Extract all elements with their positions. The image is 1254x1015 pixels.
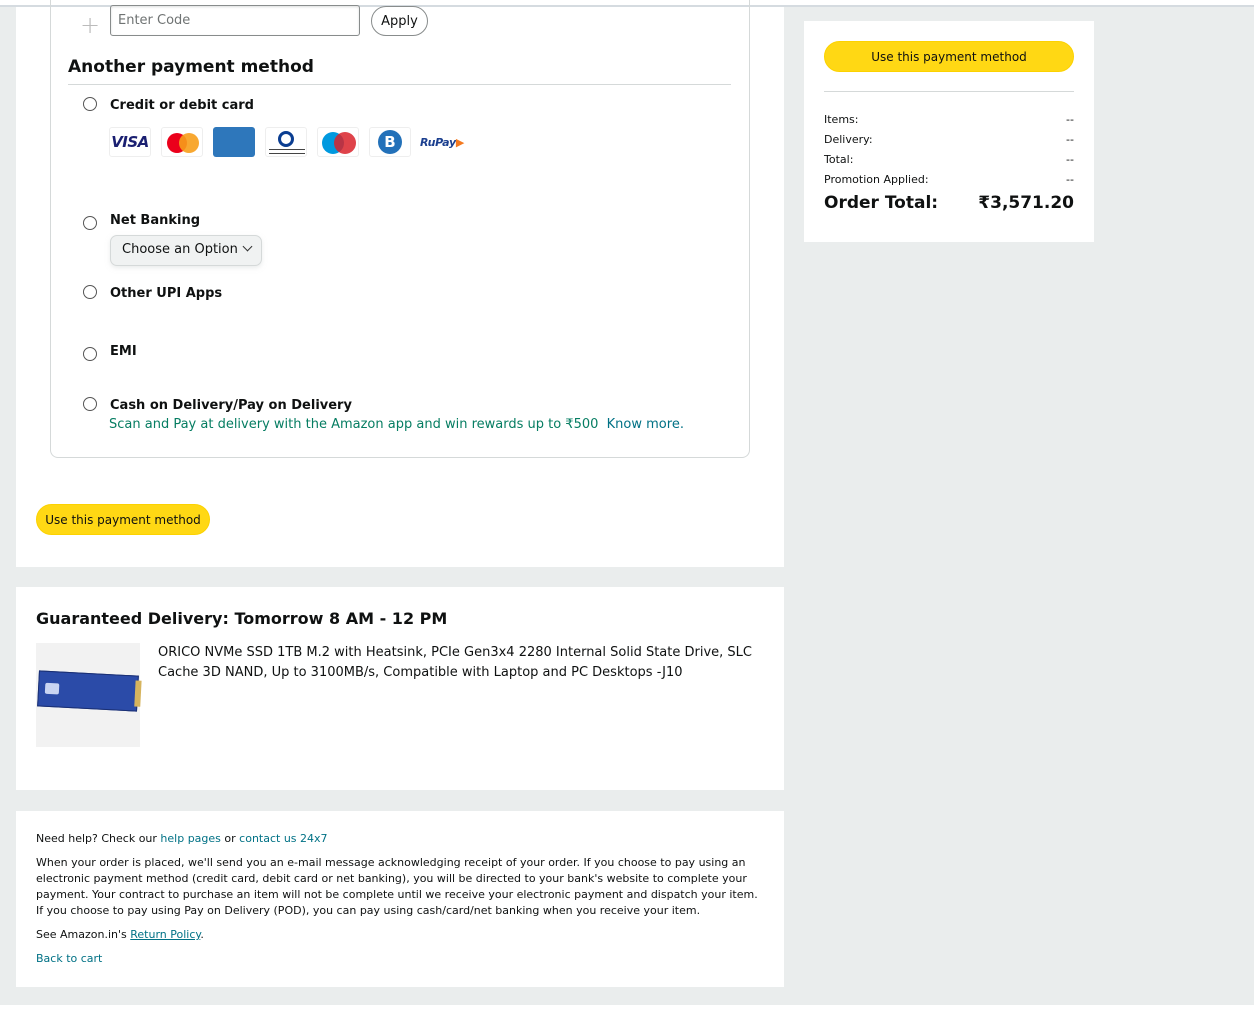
return-policy-line: See Amazon.in's Return Policy. (36, 927, 761, 943)
back-to-cart-link[interactable]: Back to cart (36, 952, 102, 965)
plus-icon: + (80, 11, 101, 39)
summary-row-total: Total: -- (824, 153, 1074, 166)
radio-credit-debit-card[interactable] (83, 97, 97, 111)
option-label-cash-on-delivery: Cash on Delivery/Pay on Delivery (110, 398, 352, 413)
summary-row-items: Items: -- (824, 113, 1074, 126)
know-more-link[interactable]: Know more. (607, 417, 684, 432)
delivery-title: Guaranteed Delivery: Tomorrow 8 AM - 12 … (36, 609, 448, 628)
help-footer: Need help? Check our help pages or conta… (16, 811, 784, 987)
radio-other-upi-apps[interactable] (83, 285, 97, 299)
radio-cash-on-delivery[interactable] (83, 397, 97, 411)
summary-use-payment-method-button[interactable]: Use this payment method (824, 41, 1074, 72)
help-mid: or (224, 832, 236, 845)
order-total-label: Order Total: (824, 193, 939, 213)
diners-club-icon (265, 127, 307, 157)
cod-promo-note: Scan and Pay at delivery with the Amazon… (109, 417, 684, 432)
rupay-icon: RuPay ▶ (420, 127, 464, 157)
summary-row-delivery: Delivery: -- (824, 133, 1074, 146)
payment-section: + Apply Another payment method Credit or… (16, 0, 784, 567)
help-line: Need help? Check our help pages or conta… (36, 831, 761, 847)
use-payment-method-button[interactable]: Use this payment method (36, 504, 210, 535)
radio-emi[interactable] (83, 347, 97, 361)
contact-us-link[interactable]: contact us 24x7 (239, 832, 327, 845)
option-label-net-banking: Net Banking (110, 213, 201, 228)
product-title: ORICO NVMe SSD 1TB M.2 with Heatsink, PC… (158, 645, 752, 680)
option-label-other-upi-apps: Other UPI Apps (110, 286, 223, 301)
bharat-pay-icon: B (369, 127, 411, 157)
return-suffix: . (200, 928, 204, 941)
return-policy-link[interactable]: Return Policy (130, 928, 200, 941)
mastercard-icon (161, 127, 203, 157)
summary-row-promotion: Promotion Applied: -- (824, 173, 1074, 186)
back-line: Back to cart (36, 951, 761, 967)
product-image (36, 643, 142, 747)
option-label-credit-debit-card: Credit or debit card (110, 98, 254, 113)
help-pages-link[interactable]: help pages (160, 832, 220, 845)
radio-net-banking[interactable] (83, 216, 97, 230)
divider (824, 91, 1074, 92)
order-total: Order Total: ₹3,571.20 (824, 193, 1074, 213)
order-notice: When your order is placed, we'll send yo… (36, 856, 758, 917)
promo-code-input[interactable] (110, 5, 360, 36)
chevron-down-icon (242, 241, 253, 252)
cod-promo-text: Scan and Pay at delivery with the Amazon… (109, 417, 599, 432)
help-prefix: Need help? Check our (36, 832, 157, 845)
order-total-value: ₹3,571.20 (978, 193, 1074, 213)
visa-icon: VISA (109, 127, 151, 157)
american-express-icon (213, 127, 255, 157)
divider (68, 84, 731, 85)
card-logos: VISA B RuPay ▶ (109, 127, 464, 157)
delivery-section: Guaranteed Delivery: Tomorrow 8 AM - 12 … (16, 587, 784, 790)
option-label-emi: EMI (110, 344, 137, 359)
select-value: Choose an Option (122, 242, 238, 257)
apply-button[interactable]: Apply (371, 6, 428, 36)
net-banking-select[interactable]: Choose an Option (110, 235, 262, 266)
bottom-border (0, 1005, 1254, 1015)
section-title: Another payment method (68, 57, 314, 77)
return-prefix: See Amazon.in's (36, 928, 127, 941)
order-summary: Use this payment method Items: -- Deliver… (804, 21, 1094, 242)
maestro-icon (317, 127, 359, 157)
